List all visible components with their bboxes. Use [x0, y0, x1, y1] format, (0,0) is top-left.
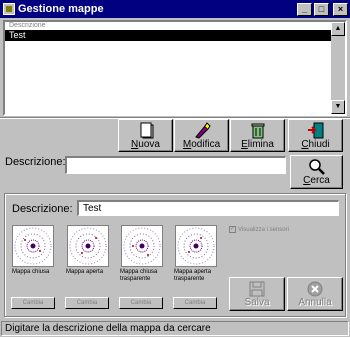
title-bar: Gestione mappe _ □ ×	[0, 0, 350, 18]
list-column-header[interactable]: Descrizione	[5, 22, 345, 30]
search-label: Descrizione:	[5, 156, 66, 168]
map-closed-transparent-preview	[121, 225, 163, 267]
cancel-x-icon	[307, 281, 323, 297]
change-map-open-button[interactable]: Cambia	[65, 297, 109, 309]
change-map-open-transparent-button[interactable]: Cambia	[173, 297, 217, 309]
map-open-preview	[67, 225, 109, 267]
app-icon	[3, 3, 15, 15]
map-open-caption: Mappa aperta	[66, 269, 104, 275]
map-radar-icon	[177, 227, 215, 265]
checkbox-check-icon: ✓	[229, 226, 236, 233]
status-bar: Digitare la descrizione della mappa da c…	[1, 321, 349, 336]
trash-icon	[249, 122, 267, 139]
detail-description-input[interactable]: Test	[77, 200, 339, 216]
maximize-button[interactable]: □	[314, 2, 329, 16]
map-radar-icon	[14, 227, 52, 265]
list-item[interactable]: Test	[5, 30, 333, 41]
map-closed-preview	[12, 225, 54, 267]
detail-description-label: Descrizione:	[12, 203, 73, 215]
show-sensors-checkbox[interactable]: ✓ Visualizza i sensori	[229, 226, 289, 233]
close-window-button[interactable]: Chiudi	[288, 119, 343, 152]
map-open-transparent-preview	[175, 225, 217, 267]
new-document-icon	[137, 122, 155, 139]
map-closed-caption: Mappa chiusa	[12, 269, 50, 275]
pen-icon	[193, 122, 211, 139]
scroll-up-icon[interactable]: ▲	[331, 22, 345, 36]
magnifier-icon	[308, 158, 326, 175]
map-radar-icon	[123, 227, 161, 265]
close-button[interactable]: ×	[333, 2, 348, 16]
cancel-button[interactable]: Annulla	[287, 277, 343, 311]
search-button[interactable]: Cerca	[290, 155, 343, 189]
floppy-disk-icon	[249, 281, 265, 297]
scroll-down-icon[interactable]: ▼	[331, 100, 345, 114]
exit-door-icon	[307, 122, 325, 139]
minimize-button[interactable]: _	[297, 2, 312, 16]
vertical-scrollbar[interactable]: ▲ ▼	[331, 22, 345, 114]
map-open-transparent-caption: Mappa aperta trasparente	[174, 269, 212, 282]
save-button[interactable]: Salva	[229, 277, 285, 311]
map-radar-icon	[69, 227, 107, 265]
change-map-closed-button[interactable]: Cambia	[11, 297, 55, 309]
new-button[interactable]: Nuova	[118, 119, 173, 152]
delete-button[interactable]: Elimina	[230, 119, 285, 152]
map-closed-transparent-caption: Mappa chiusa trasparente	[120, 269, 158, 282]
window-title: Gestione mappe	[18, 3, 104, 15]
edit-button[interactable]: Modifica	[174, 119, 229, 152]
search-input[interactable]	[65, 156, 286, 174]
change-map-closed-transparent-button[interactable]: Cambia	[119, 297, 163, 309]
maps-list[interactable]: Descrizione Test ▲ ▼	[3, 20, 347, 116]
